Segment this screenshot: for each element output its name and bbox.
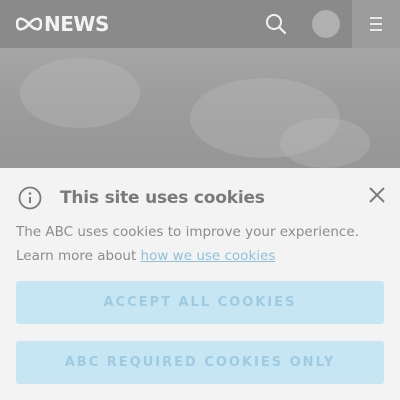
hero-image (0, 48, 400, 172)
cookie-policy-link[interactable]: how we use cookies (141, 248, 276, 264)
info-icon (18, 186, 42, 210)
close-icon (369, 187, 385, 203)
cookie-banner: This site uses cookies The ABC uses cook… (0, 168, 400, 400)
search-icon (266, 14, 287, 35)
learn-more-text: Learn more about (16, 248, 141, 264)
menu-button[interactable] (352, 0, 400, 48)
required-cookies-only-button[interactable]: ABC REQUIRED COOKIES ONLY (16, 341, 384, 384)
hamburger-menu-icon (370, 17, 382, 31)
site-header: NEWS (0, 0, 400, 48)
accept-all-cookies-button[interactable]: ACCEPT ALL COOKIES (16, 281, 384, 324)
abc-logo-icon (16, 17, 42, 31)
cookie-banner-title: This site uses cookies (60, 188, 265, 208)
close-button[interactable] (364, 182, 390, 208)
cookie-description-line: The ABC uses cookies to improve your exp… (16, 224, 359, 240)
avatar[interactable] (312, 10, 340, 38)
search-button[interactable] (262, 10, 290, 38)
abc-news-logo[interactable]: NEWS (16, 12, 109, 36)
cookie-learn-more: Learn more about how we use cookies (16, 244, 386, 268)
cookie-banner-description: The ABC uses cookies to improve your exp… (16, 220, 386, 268)
brand-name: NEWS (44, 12, 109, 36)
